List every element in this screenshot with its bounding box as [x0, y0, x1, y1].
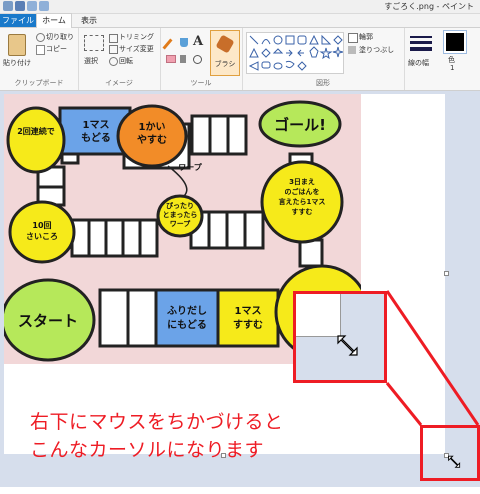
group-color: 色 1 — [442, 28, 480, 90]
line-width-icon[interactable] — [410, 36, 432, 38]
zoom-connector-line — [385, 290, 480, 426]
tab-home[interactable]: ホーム — [36, 13, 72, 28]
brush-button[interactable]: ブラシ — [210, 30, 240, 76]
ribbon: 貼り付け 切り取り コピー クリップボード 選択 トリミング サイズ変更 回転 … — [0, 28, 480, 91]
select-button[interactable]: 選択 — [84, 56, 98, 66]
shapes-gallery[interactable] — [246, 32, 344, 74]
fill-shape-icon[interactable] — [348, 46, 356, 54]
text-icon[interactable]: A — [193, 34, 203, 49]
fill-icon[interactable] — [180, 38, 188, 47]
brush-label: ブラシ — [214, 60, 236, 68]
zoom-connector-lines — [385, 290, 480, 426]
group-label-shapes: 図形 — [316, 79, 330, 87]
zoom-connector-line — [385, 382, 423, 426]
paint-app-icon — [3, 1, 13, 11]
scissors-icon[interactable] — [36, 33, 45, 42]
group-image: 選択 トリミング サイズ変更 回転 イメージ — [78, 28, 161, 90]
paste-icon[interactable] — [8, 34, 26, 56]
paste-button[interactable]: 貼り付け — [3, 58, 31, 68]
canvas[interactable]: 2回連続で 1マスもどる 1かいやすむ ゴール! ワープ 10回さいころ ぴった… — [4, 94, 480, 481]
resize-handle-right[interactable] — [444, 271, 449, 276]
crop-icon[interactable] — [109, 34, 118, 43]
corner-highlight-box — [420, 425, 480, 481]
save-icon[interactable] — [15, 1, 25, 11]
copy-button[interactable]: コピー — [46, 44, 67, 54]
resize-icon[interactable] — [109, 45, 118, 54]
group-label-clipboard: クリップボード — [14, 79, 64, 87]
group-label-tools: ツール — [190, 79, 212, 87]
title-bar: すごろく.png - ペイント — [0, 0, 480, 14]
ribbon-tabs: ファイル ホーム 表示 — [0, 13, 480, 28]
line-width-button[interactable]: 線の幅 — [408, 58, 429, 68]
color-picker-icon[interactable] — [180, 55, 186, 63]
color-1-swatch[interactable] — [443, 30, 467, 54]
group-size: 線の幅 — [404, 28, 442, 90]
tab-view[interactable]: 表示 — [72, 14, 106, 27]
trim-button[interactable]: トリミング — [119, 32, 154, 42]
annotation-line-2: こんなカーソルになります — [30, 439, 265, 461]
line-width-icon-2 — [410, 41, 432, 44]
cut-button[interactable]: 切り取り — [46, 32, 74, 42]
window-title: すごろく.png - ペイント — [384, 2, 474, 11]
annotation-line-1: 右下にマウスをちかづけると — [30, 411, 284, 433]
resize-button[interactable]: サイズ変更 — [119, 44, 154, 54]
tab-file[interactable]: ファイル — [0, 14, 36, 27]
shapes-gallery-icons — [248, 34, 344, 71]
fill-button[interactable]: 塗りつぶし — [359, 45, 394, 55]
outline-button[interactable]: 輪郭 — [359, 32, 373, 42]
group-tools: A ブラシ ツール — [160, 28, 243, 90]
group-label-image: イメージ — [105, 79, 133, 87]
line-width-icon-3 — [410, 47, 432, 51]
canvas-workspace: 2回連続で 1マスもどる 1かいやすむ ゴール! ワープ 10回さいころ ぴった… — [0, 91, 480, 487]
pencil-icon[interactable] — [162, 38, 173, 50]
rotate-button[interactable]: 回転 — [119, 56, 133, 66]
outline-icon[interactable] — [348, 33, 358, 43]
group-shapes: 輪郭 塗りつぶし 図形 — [242, 28, 405, 90]
undo-icon[interactable] — [27, 1, 37, 11]
magnifier-icon[interactable] — [193, 55, 202, 64]
quick-access-toolbar — [3, 1, 49, 11]
redo-icon[interactable] — [39, 1, 49, 11]
color-1-index: 1 — [450, 64, 455, 72]
select-icon[interactable] — [84, 35, 104, 51]
eraser-icon[interactable] — [166, 55, 176, 63]
brush-icon — [215, 34, 235, 54]
group-clipboard: 貼り付け 切り取り コピー クリップボード — [0, 28, 79, 90]
rotate-icon[interactable] — [109, 57, 118, 66]
copy-icon[interactable] — [36, 45, 45, 55]
resize-cursor-small-icon — [448, 455, 461, 468]
